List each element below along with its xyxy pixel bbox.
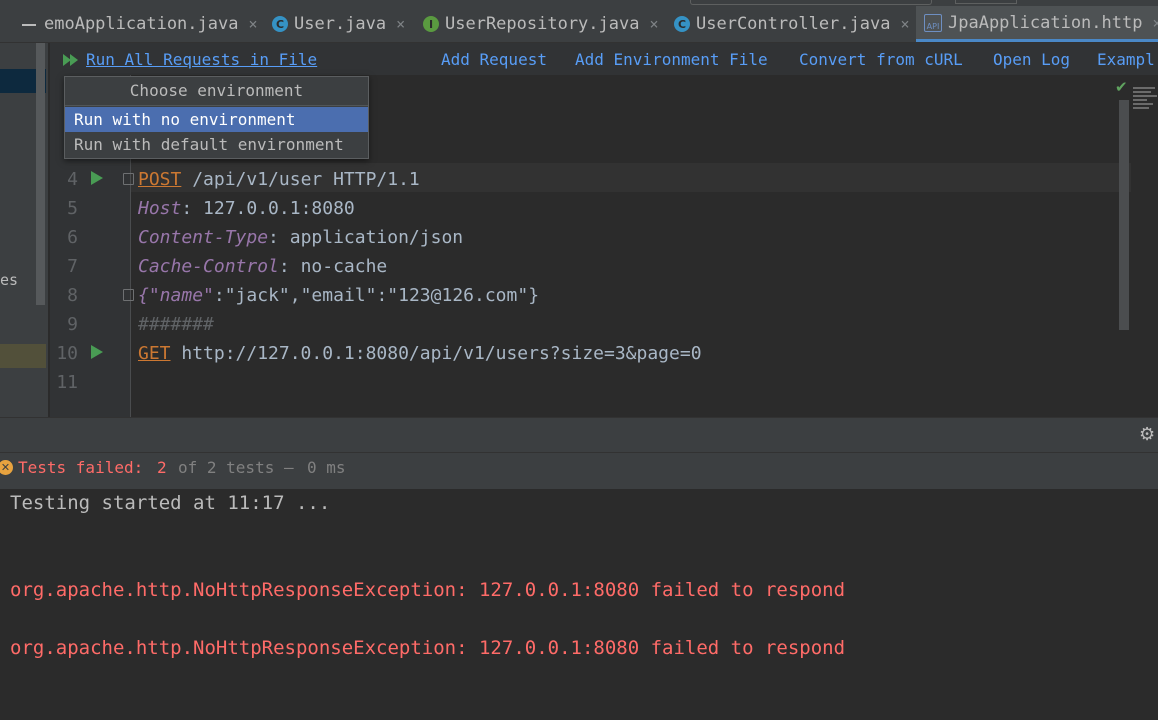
header-name: Cache-Control bbox=[138, 256, 279, 277]
no-problems-check-icon: ✔ bbox=[1115, 78, 1128, 96]
close-icon[interactable]: × bbox=[396, 15, 405, 33]
run-all-icon[interactable] bbox=[62, 52, 82, 68]
tab-user-controller[interactable]: C UserController.java × bbox=[674, 6, 910, 42]
tab-label: UserController.java bbox=[696, 14, 891, 34]
open-log-link[interactable]: Open Log bbox=[993, 50, 1070, 69]
http-method: POST bbox=[138, 169, 182, 190]
test-status-bar bbox=[0, 452, 1158, 490]
toolbar-outline bbox=[955, 0, 1017, 4]
line-number: 7 bbox=[67, 256, 78, 277]
run-default-environment-option[interactable]: Run with default environment bbox=[65, 132, 368, 157]
header-value: no-cache bbox=[289, 256, 388, 277]
tests-failed-label: Tests failed: bbox=[18, 458, 144, 477]
fold-icon[interactable] bbox=[123, 289, 134, 301]
project-scrollbar[interactable] bbox=[36, 43, 45, 305]
run-all-requests-link[interactable]: Run All Requests in File bbox=[86, 50, 317, 69]
tab-user-repository[interactable]: I UserRepository.java × bbox=[423, 6, 659, 42]
code-line-7: Cache-Control: no-cache bbox=[138, 252, 387, 281]
project-panel: es bbox=[0, 43, 48, 417]
code-line-9-separator: ####### bbox=[138, 314, 214, 335]
close-icon[interactable]: × bbox=[1152, 14, 1158, 32]
http-client-toolbar: Run All Requests in File Add Request Add… bbox=[50, 43, 1158, 75]
line-number: 9 bbox=[67, 314, 78, 335]
line-number: 11 bbox=[56, 372, 78, 393]
run-tool-window-header bbox=[0, 417, 1158, 452]
json-brace: { bbox=[138, 285, 149, 306]
class-icon: C bbox=[272, 16, 288, 32]
close-icon[interactable]: × bbox=[649, 15, 658, 33]
editor-tab-bar: emoApplication.java × C User.java × I Us… bbox=[0, 0, 1158, 43]
test-duration: 0 ms bbox=[307, 458, 346, 477]
tab-jpa-application-http[interactable]: API JpaApplication.http × bbox=[916, 6, 1158, 42]
tab-label: User.java bbox=[294, 14, 387, 34]
json-key: "email" bbox=[300, 285, 377, 306]
code-line-10: GET http://127.0.0.1:8080/api/v1/users?s… bbox=[138, 339, 702, 368]
add-request-link[interactable]: Add Request bbox=[441, 50, 547, 69]
tab-user-java[interactable]: C User.java × bbox=[272, 6, 405, 42]
tab-label: JpaApplication.http bbox=[948, 12, 1143, 33]
tests-total-label: of 2 tests – bbox=[178, 458, 294, 477]
json-comma: , bbox=[289, 285, 301, 306]
close-icon[interactable]: × bbox=[248, 15, 257, 33]
json-key: "name" bbox=[148, 285, 214, 306]
project-tree-highlight-row[interactable] bbox=[0, 344, 46, 368]
run-no-environment-option[interactable]: Run with no environment bbox=[65, 107, 368, 132]
fold-icon[interactable] bbox=[123, 173, 134, 185]
header-colon: : bbox=[278, 256, 290, 277]
failed-count: 2 bbox=[157, 458, 167, 477]
http-method: GET bbox=[138, 343, 171, 364]
close-icon[interactable]: × bbox=[900, 15, 909, 33]
request-target: http://127.0.0.1:8080/api/v1/users?size=… bbox=[170, 343, 702, 364]
header-colon: : bbox=[181, 198, 193, 219]
choose-environment-popup: Choose environment Run with no environme… bbox=[64, 76, 369, 159]
editor-scrollbar[interactable] bbox=[1119, 100, 1129, 330]
project-tree-text: es bbox=[0, 271, 19, 289]
tab-label: UserRepository.java bbox=[445, 14, 640, 34]
header-value: 127.0.0.1:8080 bbox=[192, 198, 355, 219]
line-number: 5 bbox=[67, 198, 78, 219]
add-environment-file-link[interactable]: Add Environment File bbox=[575, 50, 768, 69]
console-error-line: org.apache.http.NoHttpResponseException:… bbox=[10, 637, 846, 659]
error-stripe[interactable] bbox=[1131, 75, 1158, 417]
json-value: "jack" bbox=[224, 285, 290, 306]
json-brace: } bbox=[528, 285, 540, 306]
line-number: 10 bbox=[56, 343, 78, 364]
tab-demo-application[interactable]: emoApplication.java × bbox=[44, 6, 258, 42]
collapse-icon[interactable] bbox=[22, 24, 36, 26]
json-value: "123@126.com" bbox=[387, 285, 529, 306]
run-request-icon[interactable] bbox=[91, 171, 103, 185]
code-line-8: {"name":"jack","email":"123@126.com"} bbox=[138, 281, 539, 310]
line-number: 4 bbox=[67, 169, 78, 190]
gear-icon[interactable]: ⚙ bbox=[1139, 424, 1155, 445]
popup-title: Choose environment bbox=[65, 77, 368, 106]
code-line-5: Host: 127.0.0.1:8080 bbox=[138, 194, 355, 223]
toolbar-outline bbox=[690, 0, 932, 5]
code-line-4: POST /api/v1/user HTTP/1.1 bbox=[138, 165, 420, 194]
code-line-6: Content-Type: application/json bbox=[138, 223, 463, 252]
console-output[interactable] bbox=[0, 489, 1158, 720]
tab-label: emoApplication.java bbox=[44, 14, 239, 34]
header-value: application/json bbox=[278, 227, 464, 248]
api-file-icon: API bbox=[924, 13, 942, 32]
examples-link[interactable]: Exampl bbox=[1097, 50, 1155, 69]
console-line: Testing started at 11:17 ... bbox=[10, 492, 331, 514]
line-number: 6 bbox=[67, 227, 78, 248]
console-error-line: org.apache.http.NoHttpResponseException:… bbox=[10, 579, 846, 601]
json-colon: : bbox=[376, 285, 388, 306]
header-colon: : bbox=[268, 227, 279, 248]
convert-from-curl-link[interactable]: Convert from cURL bbox=[799, 50, 963, 69]
class-icon: C bbox=[674, 16, 690, 32]
json-colon: : bbox=[213, 285, 225, 306]
request-target: /api/v1/user HTTP/1.1 bbox=[181, 169, 420, 190]
run-request-icon[interactable] bbox=[91, 345, 103, 359]
line-number: 8 bbox=[67, 285, 78, 306]
header-name: Content-Type bbox=[138, 227, 269, 248]
header-name: Host bbox=[138, 198, 182, 219]
interface-icon: I bbox=[423, 16, 439, 32]
